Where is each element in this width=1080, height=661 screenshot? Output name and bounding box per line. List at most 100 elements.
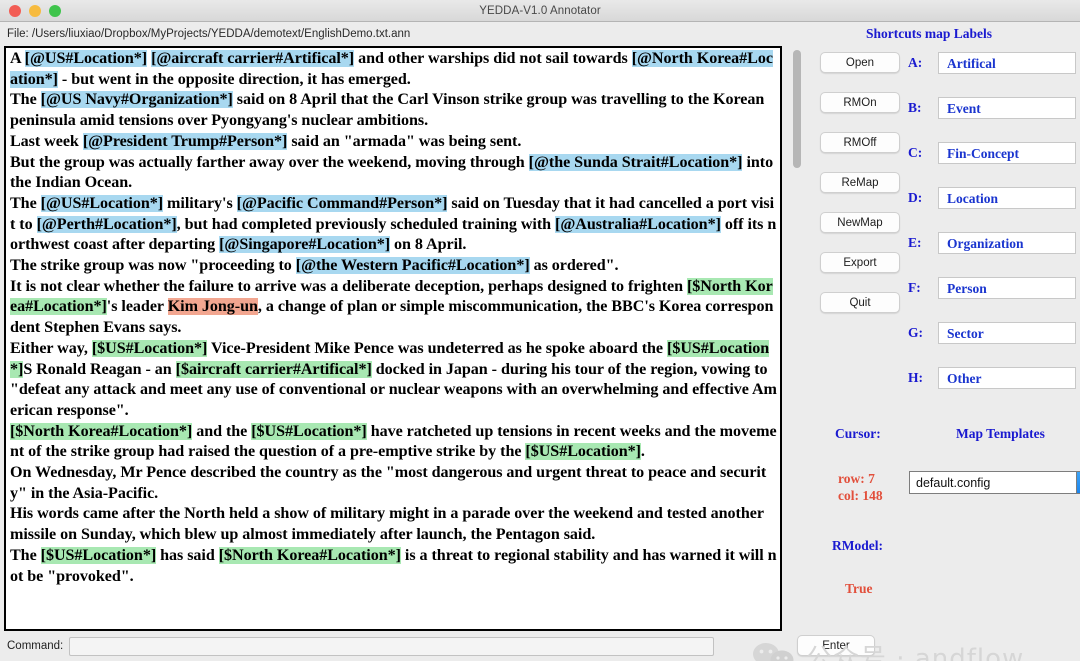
shortcut-label-input[interactable]: Sector [938,322,1076,344]
plain-text-span: , but had completed previously scheduled… [177,216,555,233]
cursor-position-readout: row: 7 col: 148 [838,470,883,504]
plain-text-span: It is not clear whether the failure to a… [10,278,687,295]
command-label: Command: [7,640,63,652]
annotated-entity-span: [$North Korea#Location*] [10,423,192,440]
plain-text-span: and the [192,423,251,440]
plain-text-span: But the group was actually farther away … [10,154,529,171]
annotated-entity-span: [@the Western Pacific#Location*] [296,257,530,274]
annotated-entity-span: [@President Trump#Person*] [83,133,288,150]
remap-button[interactable]: ReMap [820,172,900,193]
annotated-entity-span: [@Perth#Location*] [37,216,177,233]
traffic-light-group [0,5,61,17]
plain-text-span: His words came after the North held a sh… [10,505,768,543]
rmodel-value: True [845,581,873,597]
plain-text-span: and other warships did not sail towards [354,50,632,67]
annotation-text-area[interactable]: A [@US#Location*] [@aircraft carrier#Art… [4,46,782,631]
window-titlebar: YEDDA-V1.0 Annotator [0,0,1080,22]
annotated-entity-span: [@US#Location*] [25,50,147,67]
cursor-row-value: row: 7 [838,470,883,487]
plain-text-span: Either way, [10,340,92,357]
annotated-entity-span: [$US#Location*] [525,443,640,460]
annotated-entity-span: Kim Jong-un [168,298,258,315]
plain-text-span: on 8 April. [390,236,466,253]
plain-text-span: The [10,547,41,564]
newmap-button[interactable]: NewMap [820,212,900,233]
shortcuts-map-labels-title: Shortcuts map Labels [866,26,992,42]
shortcut-key-label: B: [908,100,938,116]
annotated-entity-span: [$aircraft carrier#Artifical*] [176,361,372,378]
annotated-entity-span: [$US#Location*] [251,423,366,440]
window-title: YEDDA-V1.0 Annotator [0,5,1080,17]
shortcut-label-row: C:Fin-Concept [908,142,1076,164]
plain-text-span: The [10,91,41,108]
annotated-entity-span: [$US#Location*] [92,340,207,357]
map-templates-title: Map Templates [956,426,1045,442]
shortcut-label-input[interactable]: Location [938,187,1076,209]
shortcut-key-label: G: [908,325,938,341]
plain-text-span: - but went in the opposite direction, it… [58,71,411,88]
shortcut-key-label: C: [908,145,938,161]
map-template-selected-value: default.config [910,476,1076,490]
rmoff-button[interactable]: RMOff [820,132,900,153]
control-panel: Open RMOn RMOff ReMap NewMap Export Quit A:Art… [804,46,1080,631]
shortcut-label-input[interactable]: Fin-Concept [938,142,1076,164]
annotated-entity-span: [@the Sunda Strait#Location*] [529,154,743,171]
plain-text-span: S Ronald Reagan - an [23,361,175,378]
close-button[interactable] [9,5,21,17]
annotated-entity-span: [$US#Location*] [41,547,156,564]
shortcut-key-label: H: [908,370,938,386]
zoom-button[interactable] [49,5,61,17]
enter-button[interactable]: Enter [797,635,875,656]
annotated-entity-span: [@aircraft carrier#Artifical*] [151,50,354,67]
shortcut-key-label: A: [908,55,938,71]
shortcut-key-label: D: [908,190,938,206]
cursor-section-title: Cursor: [835,426,881,442]
plain-text-span: has said [156,547,219,564]
annotated-entity-span: [@Australia#Location*] [555,216,721,233]
map-template-select[interactable]: default.config [909,471,1080,494]
shortcut-label-row: D:Location [908,187,1076,209]
annotated-entity-span: [@Pacific Command#Person*] [237,195,448,212]
file-path-label: File: /Users/liuxiao/Dropbox/MyProjects/… [0,28,410,40]
shortcut-key-label: E: [908,235,938,251]
plain-text-span: Last week [10,133,83,150]
plain-text-span: A [10,50,25,67]
shortcut-key-label: F: [908,280,938,296]
shortcut-label-row: H:Other [908,367,1076,389]
yedda-annotator-window: YEDDA-V1.0 Annotator File: /Users/liuxia… [0,0,1080,661]
rmodel-section-title: RModel: [832,538,883,554]
plain-text-span: as ordered". [530,257,619,274]
plain-text-span: Vice-President Mike Pence was undeterred… [207,340,667,357]
export-button[interactable]: Export [820,252,900,273]
minimize-button[interactable] [29,5,41,17]
file-header-row: File: /Users/liuxiao/Dropbox/MyProjects/… [0,22,1080,46]
plain-text-span: On Wednesday, Mr Pence described the cou… [10,464,766,502]
text-area-scrollbar[interactable] [790,46,804,631]
shortcut-label-input[interactable]: Organization [938,232,1076,254]
plain-text-span: said an "armada" was being sent. [287,133,521,150]
shortcut-label-input[interactable]: Other [938,367,1076,389]
annotated-text-content[interactable]: A [@US#Location*] [@aircraft carrier#Art… [6,48,780,587]
plain-text-span: 's leader [107,298,168,315]
main-body: A [@US#Location*] [@aircraft carrier#Art… [0,46,1080,631]
command-input[interactable] [69,637,714,656]
shortcut-label-input[interactable]: Artifical [938,52,1076,74]
plain-text-span: The strike group was now "proceeding to [10,257,296,274]
shortcut-label-row: A:Artifical [908,52,1076,74]
quit-button[interactable]: Quit [820,292,900,313]
annotated-entity-span: [@Singapore#Location*] [219,236,390,253]
action-button-column: Open RMOn RMOff ReMap NewMap Export Quit [820,52,900,332]
shortcut-label-row: E:Organization [908,232,1076,254]
shortcut-label-input[interactable]: Event [938,97,1076,119]
rmon-button[interactable]: RMOn [820,92,900,113]
chevron-down-icon[interactable] [1076,472,1080,493]
shortcut-label-input[interactable]: Person [938,277,1076,299]
shortcut-label-row: G:Sector [908,322,1076,344]
plain-text-span: military's [163,195,237,212]
annotated-entity-span: [@US#Location*] [41,195,163,212]
annotated-entity-span: [$North Korea#Location*] [219,547,401,564]
open-button[interactable]: Open [820,52,900,73]
shortcut-label-list: A:Artifical B:Event C:Fin-Concept D:Locatio… [908,52,1076,412]
scrollbar-thumb[interactable] [793,50,801,168]
command-bar: Command: Enter [0,631,1080,661]
